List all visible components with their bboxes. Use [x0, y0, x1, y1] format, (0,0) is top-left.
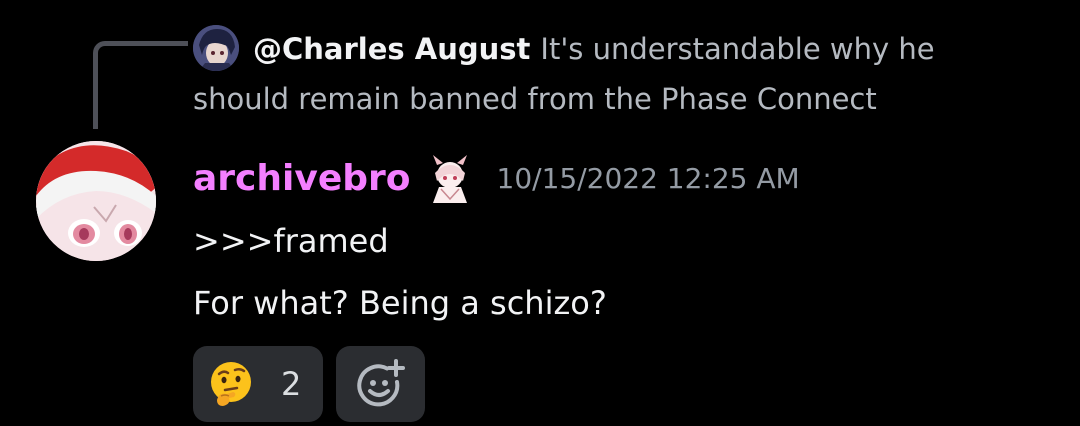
message-line: For what? Being a schizo?	[193, 284, 607, 322]
reaction-thinking[interactable]: 2	[193, 346, 323, 422]
reply-connector-line	[93, 41, 188, 129]
message-line: >>>framed	[193, 222, 389, 260]
reactions-bar: 2	[193, 346, 425, 422]
reaction-count: 2	[281, 365, 302, 403]
message-content: >>>framed For what? Being a schizo?	[193, 210, 607, 334]
author-username[interactable]: archivebro	[193, 158, 411, 199]
reply-author-name[interactable]: @Charles August	[253, 32, 530, 66]
reply-preview[interactable]: @Charles August It's understandable why h…	[193, 24, 1033, 124]
reply-author-avatar[interactable]	[193, 25, 239, 71]
thinking-face-icon	[211, 362, 251, 406]
role-icon[interactable]	[423, 151, 477, 205]
add-reaction-icon	[356, 359, 405, 407]
add-reaction-button[interactable]	[336, 346, 425, 422]
message-header: archivebro 10/15/2022 12:25 AM	[193, 150, 800, 206]
author-avatar[interactable]	[36, 141, 156, 261]
message-timestamp[interactable]: 10/15/2022 12:25 AM	[497, 162, 800, 195]
